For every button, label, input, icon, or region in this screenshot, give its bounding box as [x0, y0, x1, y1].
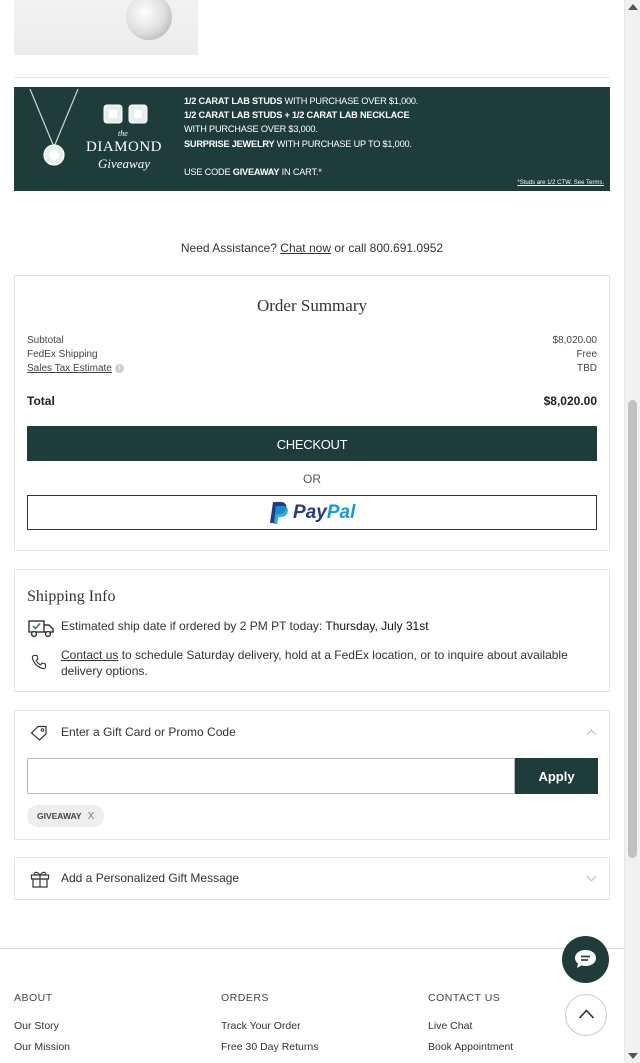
gift-message-toggle[interactable]: Add a Personalized Gift Message	[61, 871, 239, 885]
chat-now-link[interactable]: Chat now	[280, 241, 331, 255]
ship-estimate: Estimated ship date if ordered by 2 PM P…	[61, 619, 429, 633]
or-divider: OR	[303, 472, 321, 486]
sales-tax-row: Sales Tax Estimate i	[27, 363, 124, 374]
contact-line-1: Contact us to schedule Saturday delivery…	[61, 648, 568, 662]
footer-link[interactable]: Live Chat	[428, 1020, 513, 1032]
remove-code-icon[interactable]: X	[88, 811, 95, 822]
scroll-up-icon[interactable]	[628, 4, 638, 10]
subtotal-label: Subtotal	[27, 335, 64, 346]
footer-link[interactable]: Free 30 Day Returns	[221, 1041, 318, 1053]
diamond-giveaway-banner[interactable]: the DIAMOND Giveaway 1/2 CARAT LAB STUDS…	[14, 87, 610, 191]
chevron-up-icon[interactable]	[586, 729, 597, 740]
product-image	[14, 0, 198, 55]
banner-terms-link[interactable]: *Studs are 1/2 CTW. See Terms.	[517, 180, 604, 186]
shipping-info-title: Shipping Info	[27, 588, 116, 605]
shipping-value: Free	[576, 349, 597, 360]
footer-link[interactable]: Track Your Order	[221, 1020, 318, 1032]
page-scrollbar[interactable]	[624, 0, 640, 1063]
ship-date: Thursday, July 31st	[325, 619, 429, 633]
phone-icon	[31, 654, 47, 670]
paypal-logo-icon	[269, 502, 288, 524]
footer-divider	[0, 948, 624, 949]
footer-orders: ORDERS Track Your Order Free 30 Day Retu…	[221, 992, 318, 1062]
chevron-down-icon[interactable]	[586, 871, 597, 882]
promo-toggle[interactable]: Enter a Gift Card or Promo Code	[61, 725, 236, 739]
promo-code-section: Enter a Gift Card or Promo Code Apply GI…	[14, 710, 610, 840]
apply-button[interactable]: Apply	[515, 758, 598, 794]
order-summary: Order Summary Subtotal $8,020.00 FedEx S…	[14, 275, 610, 551]
banner-line-2: 1/2 CARAT LAB STUDS + 1/2 CARAT LAB NECK…	[184, 110, 410, 120]
shipping-info: Shipping Info Estimated ship date if ord…	[14, 569, 610, 692]
footer-link[interactable]: Our Mission	[14, 1041, 70, 1053]
checkout-button[interactable]: CHECKOUT	[27, 426, 597, 461]
footer-link[interactable]: Our Story	[14, 1020, 70, 1032]
stud-earrings-icon	[103, 104, 148, 124]
sales-tax-value: TBD	[577, 363, 597, 374]
footer-contact-heading: CONTACT US	[428, 992, 501, 1004]
sales-tax-link[interactable]: Sales Tax Estimate	[27, 363, 112, 374]
subtotal-value: $8,020.00	[552, 335, 598, 346]
scroll-thumb[interactable]	[628, 400, 637, 858]
footer-about-heading: ABOUT	[14, 992, 53, 1004]
shipping-label: FedEx Shipping	[27, 349, 98, 360]
truck-icon	[28, 620, 54, 638]
contact-line-2: delivery options.	[61, 664, 148, 678]
chat-bubble-icon	[575, 950, 596, 968]
total-value: $8,020.00	[543, 394, 597, 408]
applied-code-chip: GIVEAWAY X	[27, 805, 105, 827]
live-chat-button[interactable]	[562, 936, 609, 983]
applied-code: GIVEAWAY	[37, 811, 82, 821]
gift-message-section[interactable]: Add a Personalized Gift Message	[14, 857, 610, 900]
footer-link[interactable]: Book Appointment	[428, 1041, 513, 1053]
footer-about: ABOUT Our Story Our Mission	[14, 992, 70, 1062]
footer-orders-heading: ORDERS	[221, 992, 269, 1004]
contact-us-link[interactable]: Contact us	[61, 648, 118, 662]
scroll-down-icon[interactable]	[628, 1053, 638, 1059]
banner-line-5: USE CODE GIVEAWAY IN CART.*	[184, 167, 322, 177]
paypal-wordmark: PayPal	[293, 502, 356, 523]
divider	[14, 77, 610, 78]
footer-contact: CONTACT US Live Chat Book Appointment	[428, 992, 513, 1062]
logo-giveaway: Giveaway	[98, 156, 150, 171]
product-image-highlight	[126, 0, 172, 40]
total-label: Total	[27, 394, 55, 408]
tag-icon	[30, 725, 47, 741]
logo-the: the	[118, 129, 128, 138]
chevron-up-icon	[578, 1009, 595, 1019]
back-to-top-button[interactable]	[565, 994, 607, 1036]
banner-line-3: WITH PURCHASE OVER $3,000.	[184, 124, 318, 134]
promo-code-input[interactable]	[27, 758, 515, 794]
paypal-button[interactable]: PayPal	[27, 495, 597, 530]
order-summary-title: Order Summary	[256, 296, 367, 315]
need-assistance: Need Assistance? Chat now or call 800.69…	[180, 241, 444, 255]
info-icon[interactable]: i	[114, 363, 124, 373]
banner-line-4: SURPRISE JEWELRY WITH PURCHASE UP TO $1,…	[184, 139, 412, 149]
gift-icon	[30, 871, 50, 888]
banner-line-1: 1/2 CARAT LAB STUDS WITH PURCHASE OVER $…	[184, 96, 419, 106]
logo-diamond: DIAMOND	[86, 139, 162, 155]
necklace-icon	[29, 89, 79, 166]
